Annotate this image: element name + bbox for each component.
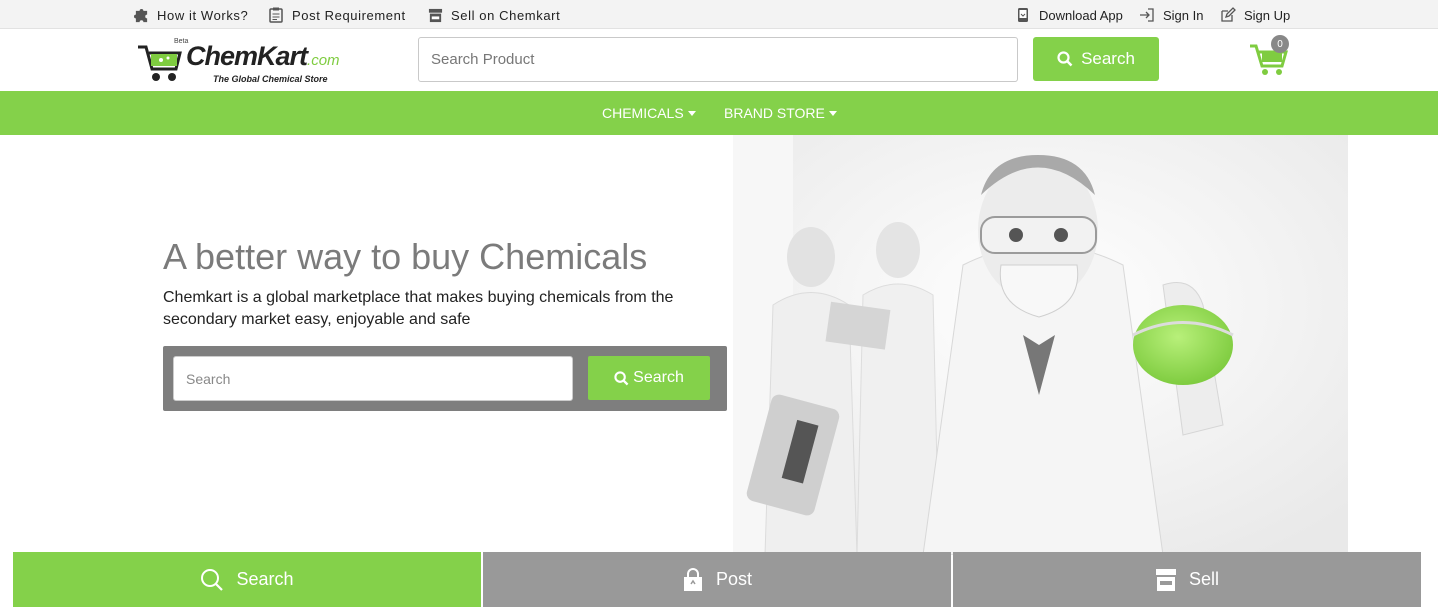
hero-search-box: Search [163, 346, 727, 411]
sell-on-chemkart-link[interactable]: Sell on Chemkart [427, 5, 560, 25]
bottom-tab-search[interactable]: Search [13, 552, 481, 607]
edit-icon [1220, 7, 1236, 23]
chevron-down-icon [687, 110, 696, 116]
cart-button[interactable]: 0 [1248, 34, 1292, 78]
search-icon [201, 568, 224, 591]
nav-brand-store[interactable]: BRAND STORE [724, 105, 837, 121]
chevron-down-icon [828, 110, 837, 116]
store-icon [427, 7, 443, 23]
hero-image [733, 135, 1348, 555]
main-nav: CHEMICALS BRAND STORE [0, 91, 1438, 135]
post-requirement-label: Post Requirement [292, 7, 406, 23]
cart-count-badge: 0 [1271, 35, 1289, 53]
phone-download-icon [1015, 7, 1031, 23]
logo-domain: .com [307, 52, 340, 69]
site-header: Beta ChemKart.com The Global Chemical St… [0, 29, 1438, 91]
sign-up-link[interactable]: Sign Up [1220, 5, 1290, 25]
logo-wordmark: ChemKart.com [186, 41, 340, 72]
header-search-button[interactable]: Search [1033, 37, 1159, 81]
logo-chem: Chem [186, 41, 258, 71]
cart-logo-icon [138, 45, 182, 81]
search-icon [614, 370, 629, 385]
logo-tagline: The Global Chemical Store [213, 74, 328, 84]
nav-chemicals-label: CHEMICALS [602, 105, 684, 121]
bottom-tab-sell[interactable]: Sell [953, 552, 1421, 607]
chemkart-logo[interactable]: Beta ChemKart.com The Global Chemical St… [136, 37, 340, 85]
how-it-works-link[interactable]: How it Works? [133, 5, 248, 25]
bottom-tab-post[interactable]: Post [483, 552, 951, 607]
nav-brand-store-label: BRAND STORE [724, 105, 825, 121]
sign-in-link[interactable]: Sign In [1139, 5, 1203, 25]
download-app-label: Download App [1039, 7, 1123, 23]
how-it-works-label: How it Works? [157, 7, 249, 23]
sign-in-label: Sign In [1163, 7, 1204, 23]
header-search-input[interactable] [418, 37, 1018, 82]
sign-up-label: Sign Up [1244, 7, 1291, 23]
bottom-tab-post-label: Post [715, 569, 753, 589]
bottom-tab-search-label: Search [236, 569, 294, 589]
search-icon [1057, 51, 1073, 67]
puzzle-icon [133, 7, 149, 23]
clipboard-icon [268, 7, 284, 23]
header-search-button-label: Search [1081, 49, 1135, 68]
nav-chemicals[interactable]: CHEMICALS [602, 105, 696, 121]
sell-on-chemkart-label: Sell on Chemkart [451, 7, 561, 23]
bag-icon [683, 567, 702, 591]
hero-subtitle: Chemkart is a global marketplace that ma… [163, 289, 674, 328]
post-requirement-link[interactable]: Post Requirement [268, 5, 406, 25]
hero-title: A better way to buy Chemicals [163, 236, 648, 277]
bottom-tab-sell-label: Sell [1188, 569, 1219, 589]
store-icon [1155, 568, 1176, 591]
hero-search-button[interactable]: Search [588, 356, 710, 400]
download-app-link[interactable]: Download App [1015, 5, 1123, 25]
sign-in-icon [1139, 7, 1155, 23]
top-utility-bar: How it Works? Post Requirement Sell on C… [0, 0, 1438, 29]
logo-kart: Kart [257, 41, 308, 71]
hero-search-input[interactable] [173, 356, 573, 401]
hero-search-button-label: Search [633, 369, 684, 386]
